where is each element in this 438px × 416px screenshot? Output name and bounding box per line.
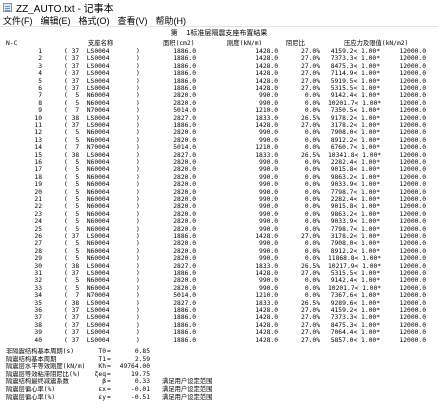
header-area: 面积(cm2) (163, 40, 195, 47)
stiffness-value: 1428.0 (255, 336, 278, 344)
header-stress: 压应力及限值(kN/m2) (344, 40, 409, 47)
header-stiffness: 刚度(kN/m) (227, 40, 263, 47)
stress-value: 5857.0< 1.00* (330, 336, 380, 344)
menu-view[interactable]: 查看(V) (115, 14, 153, 27)
summary-symbol: εy (98, 393, 106, 401)
document-title: 第 1标准层隔震支座布置结果 (170, 29, 268, 37)
header-index: N-C (6, 40, 18, 47)
notepad-window: ZZ_AUTO.txt - 记事本 文件(F) 编辑(E) 格式(O) 查看(V… (0, 0, 438, 416)
table-header: N-C 支座名称 面积(cm2) 刚度(kN/m) 阻尼比 压应力及限值(kN/… (0, 40, 408, 48)
summary-label: 隔震层偏心率(%) (6, 393, 56, 401)
menu-edit[interactable]: 编辑(E) (38, 14, 76, 27)
row-index: 40 (34, 336, 42, 344)
notepad-icon (3, 2, 12, 12)
summary-value: -0.51 (131, 393, 150, 401)
stress-limit: 12000.0 (399, 336, 426, 344)
damping-value: 27.0% (301, 336, 320, 344)
title-bar: ZZ_AUTO.txt - 记事本 (0, 0, 438, 15)
window-title: ZZ_AUTO.txt - 记事本 (16, 3, 114, 15)
menu-help[interactable]: 帮助(H) (153, 14, 192, 27)
header-support: 支座名称 (88, 40, 114, 47)
support-name: ( 37 LS0004 ) (64, 336, 140, 344)
menu-format[interactable]: 格式(O) (76, 14, 115, 27)
text-editor-area[interactable]: 第 1标准层隔震支座布置结果 N-C 支座名称 面积(cm2) 刚度(kN/m)… (0, 27, 438, 416)
area-value: 1886.0 (173, 336, 196, 344)
menu-file[interactable]: 文件(F) (0, 14, 38, 27)
header-damping: 阻尼比 (286, 40, 305, 47)
summary-note: 满足用户设定范围 (162, 393, 213, 401)
summary-line: 隔震层偏心率(%) εy = -0.51 满足用户设定范围 (6, 394, 426, 402)
menu-bar: 文件(F) 编辑(E) 格式(O) 查看(V) 帮助(H) (0, 14, 438, 27)
summary-equals: = (107, 393, 111, 401)
